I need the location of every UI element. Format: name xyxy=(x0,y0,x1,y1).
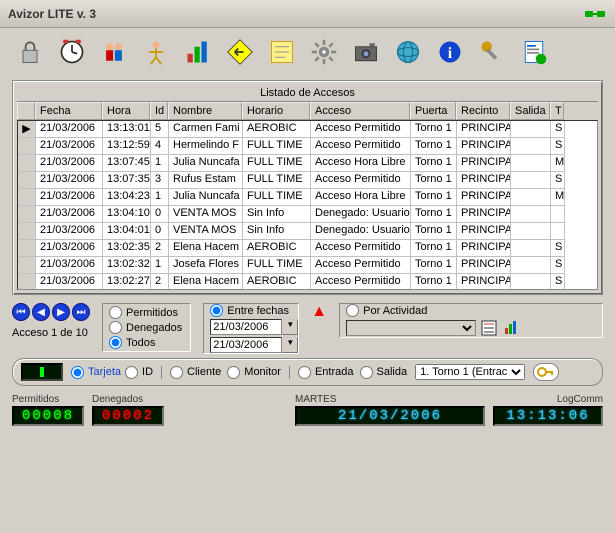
chart-icon[interactable] xyxy=(180,34,216,70)
col-puerta[interactable]: Puerta xyxy=(410,102,456,120)
nav-first-button[interactable]: ⏮ xyxy=(12,303,30,321)
nav-next-button[interactable]: ▶ xyxy=(52,303,70,321)
warning-icon: ▲ xyxy=(311,303,327,321)
form-icon[interactable] xyxy=(516,34,552,70)
logcomm-label: LogComm xyxy=(493,394,603,405)
table-row[interactable]: ▶21/03/200613:13:015Carmen FamiAEROBICAc… xyxy=(18,121,597,138)
status-bar: Permitidos 00008 Denegados 00002 MARTES … xyxy=(0,390,615,434)
col-fecha[interactable]: Fecha xyxy=(35,102,102,120)
note-icon[interactable] xyxy=(264,34,300,70)
grid-title: Listado de Accesos xyxy=(17,85,598,101)
filter-area: ⏮ ◀ ▶ ⏭ Acceso 1 de 10 Permitidos Denega… xyxy=(12,303,603,354)
nav-prev-button[interactable]: ◀ xyxy=(32,303,50,321)
app-title: Avizor LITE v. 3 xyxy=(8,7,96,21)
col-recinto[interactable]: Recinto xyxy=(456,102,510,120)
denegados-counter: 00002 xyxy=(92,406,164,426)
filter-dates-group: Entre fechas ▼ ▼ xyxy=(203,303,299,354)
access-list-panel: Listado de Accesos Fecha Hora Id Nombre … xyxy=(12,80,603,295)
filter-activity-group: Por Actividad xyxy=(339,303,603,338)
gear-icon[interactable] xyxy=(306,34,342,70)
bars-icon[interactable] xyxy=(502,319,520,337)
date-to-input[interactable] xyxy=(210,337,282,353)
grid-header: Fecha Hora Id Nombre Horario Acceso Puer… xyxy=(17,101,598,120)
date-display: 21/03/2006 xyxy=(295,406,485,426)
svg-text:i: i xyxy=(448,45,453,62)
radio-permitidos[interactable]: Permitidos xyxy=(109,306,182,319)
filter-status-group: Permitidos Denegados Todos xyxy=(102,303,191,352)
date-to-dropdown[interactable]: ▼ xyxy=(282,337,298,353)
nav-position-label: Acceso 1 de 10 xyxy=(12,327,88,339)
door-select[interactable]: 1. Torno 1 (Entrac xyxy=(415,364,525,380)
table-row[interactable]: 21/03/200613:02:352Elena HacemAEROBICAcc… xyxy=(18,240,597,257)
radio-por-actividad[interactable]: Por Actividad xyxy=(346,304,602,317)
col-acceso[interactable]: Acceso xyxy=(310,102,410,120)
radio-cliente[interactable]: Cliente xyxy=(170,366,221,379)
info-icon[interactable]: i xyxy=(432,34,468,70)
lock-icon[interactable] xyxy=(12,34,48,70)
radio-denegados[interactable]: Denegados xyxy=(109,321,182,334)
radio-id[interactable]: ID xyxy=(125,366,153,379)
tools-icon[interactable] xyxy=(474,34,510,70)
denegados-label: Denegados xyxy=(92,394,164,405)
radio-entrada[interactable]: Entrada xyxy=(298,366,354,379)
table-row[interactable]: 21/03/200613:12:594Hermelindo FFULL TIME… xyxy=(18,138,597,155)
radio-salida[interactable]: Salida xyxy=(360,366,408,379)
back-sign-icon[interactable] xyxy=(222,34,258,70)
day-label: MARTES xyxy=(295,394,485,405)
table-row[interactable]: 21/03/200613:04:100VENTA MOSSin InfoDene… xyxy=(18,206,597,223)
col-hora[interactable]: Hora xyxy=(102,102,150,120)
date-from-dropdown[interactable]: ▼ xyxy=(282,319,298,335)
permitidos-counter: 00008 xyxy=(12,406,84,426)
col-t[interactable]: T xyxy=(550,102,564,120)
camera-icon[interactable] xyxy=(348,34,384,70)
users-icon[interactable] xyxy=(96,34,132,70)
card-indicator xyxy=(21,363,63,381)
main-toolbar: i xyxy=(0,28,615,76)
col-id[interactable]: Id xyxy=(150,102,168,120)
table-row[interactable]: 21/03/200613:02:321Josefa FloresFULL TIM… xyxy=(18,257,597,274)
bottom-control-bar: Tarjeta ID Cliente Monitor Entrada Salid… xyxy=(12,358,603,386)
globe-icon[interactable] xyxy=(390,34,426,70)
nav-controls: ⏮ ◀ ▶ ⏭ Acceso 1 de 10 xyxy=(12,303,90,339)
list-icon[interactable] xyxy=(480,319,498,337)
table-row[interactable]: 21/03/200613:02:272Elena HacemAEROBICAcc… xyxy=(18,274,597,290)
col-salida[interactable]: Salida xyxy=(510,102,550,120)
radio-monitor[interactable]: Monitor xyxy=(227,366,281,379)
radio-todos[interactable]: Todos xyxy=(109,336,182,349)
key-button[interactable] xyxy=(533,363,559,381)
radio-entre-fechas[interactable]: Entre fechas xyxy=(210,304,298,317)
grid-body[interactable]: ▶21/03/200613:13:015Carmen FamiAEROBICAc… xyxy=(17,120,598,290)
col-nombre[interactable]: Nombre xyxy=(168,102,242,120)
col-horario[interactable]: Horario xyxy=(242,102,310,120)
radio-tarjeta[interactable]: Tarjeta xyxy=(71,366,121,379)
activity-select[interactable] xyxy=(346,320,476,336)
table-row[interactable]: 21/03/200613:04:010VENTA MOSSin InfoDene… xyxy=(18,223,597,240)
table-row[interactable]: 21/03/200613:04:231Julia NuncafaFULL TIM… xyxy=(18,189,597,206)
connection-icon xyxy=(583,8,607,20)
nav-last-button[interactable]: ⏭ xyxy=(72,303,90,321)
table-row[interactable]: 21/03/200613:07:451Julia NuncafaFULL TIM… xyxy=(18,155,597,172)
clock-icon[interactable] xyxy=(54,34,90,70)
time-display: 13:13:06 xyxy=(493,406,603,426)
date-from-input[interactable] xyxy=(210,319,282,335)
col-marker[interactable] xyxy=(17,102,35,120)
table-row[interactable]: 21/03/200613:07:353Rufus EstamFULL TIMEA… xyxy=(18,172,597,189)
person-icon[interactable] xyxy=(138,34,174,70)
permitidos-label: Permitidos xyxy=(12,394,84,405)
titlebar: Avizor LITE v. 3 xyxy=(0,0,615,28)
